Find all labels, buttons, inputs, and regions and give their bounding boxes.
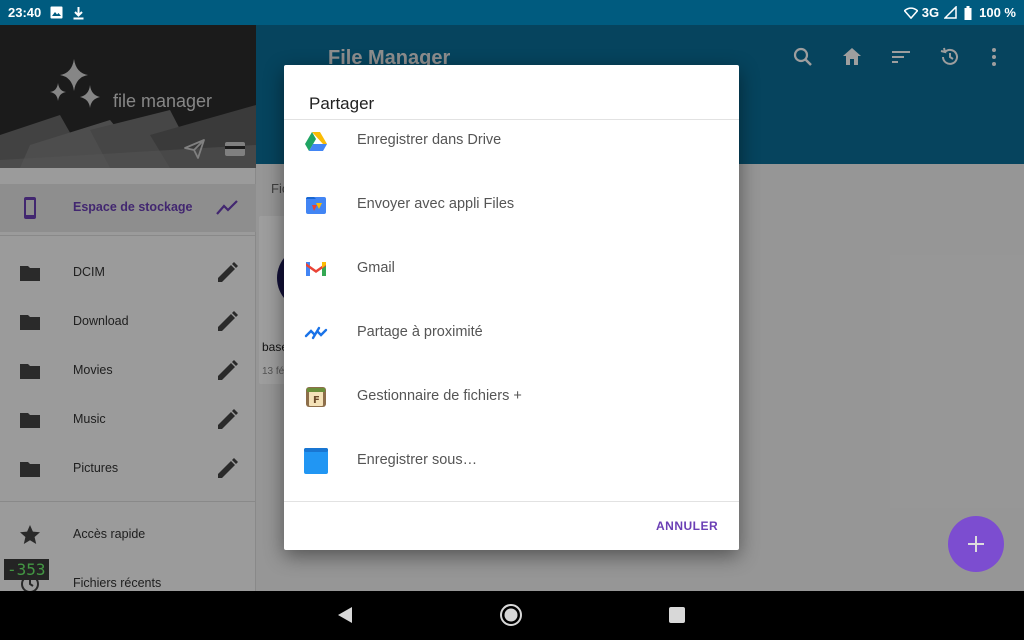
app-window: File Manager Fic base 13 fé file manager…: [0, 25, 1024, 591]
share-option-label: Envoyer avec appli Files: [357, 196, 515, 212]
nearby-share-icon: [304, 321, 328, 345]
recents-icon[interactable]: [665, 603, 689, 627]
share-option-drive[interactable]: Enregistrer dans Drive: [284, 108, 739, 172]
share-option-nearby[interactable]: Partage à proximité: [284, 300, 739, 364]
share-option-gmail[interactable]: Gmail: [284, 236, 739, 300]
cancel-button[interactable]: ANNULER: [656, 519, 718, 533]
add-fab-button[interactable]: [948, 516, 1004, 572]
share-option-label: Enregistrer dans Drive: [357, 132, 502, 148]
home-nav-icon[interactable]: [499, 603, 523, 627]
download-notification-icon: [71, 6, 85, 20]
divider: [284, 501, 739, 502]
file-manager-plus-icon: F: [304, 385, 328, 409]
share-dialog: Partager Enregistrer dans Drive Envoyer …: [284, 65, 739, 550]
gmail-icon: [304, 257, 328, 281]
share-option-label: Gestionnaire de fichiers +: [357, 388, 522, 404]
signal-icon: [943, 6, 957, 20]
status-bar: 23:40 3G 100 %: [0, 0, 1024, 25]
system-nav-bar: [0, 591, 1024, 640]
battery-icon: [961, 5, 975, 20]
share-option-label: Partage à proximité: [357, 324, 483, 340]
share-option-label: Enregistrer sous…: [357, 452, 478, 468]
wifi-icon: [903, 6, 918, 20]
network-type: 3G: [921, 5, 940, 20]
svg-text:F: F: [313, 395, 320, 406]
share-option-save-as[interactable]: Enregistrer sous…: [284, 428, 739, 492]
share-option-file-manager-plus[interactable]: F Gestionnaire de fichiers +: [284, 364, 739, 428]
battery-level: 100 %: [979, 5, 1016, 20]
save-as-icon: [304, 448, 328, 474]
status-time: 23:40: [8, 5, 42, 20]
share-option-label: Gmail: [357, 260, 395, 276]
plus-icon: [968, 536, 984, 552]
files-app-icon: [304, 193, 328, 217]
google-drive-icon: [304, 129, 328, 153]
back-icon[interactable]: [333, 603, 357, 627]
share-option-files-app[interactable]: Envoyer avec appli Files: [284, 172, 739, 236]
image-notification-icon: [49, 6, 63, 20]
